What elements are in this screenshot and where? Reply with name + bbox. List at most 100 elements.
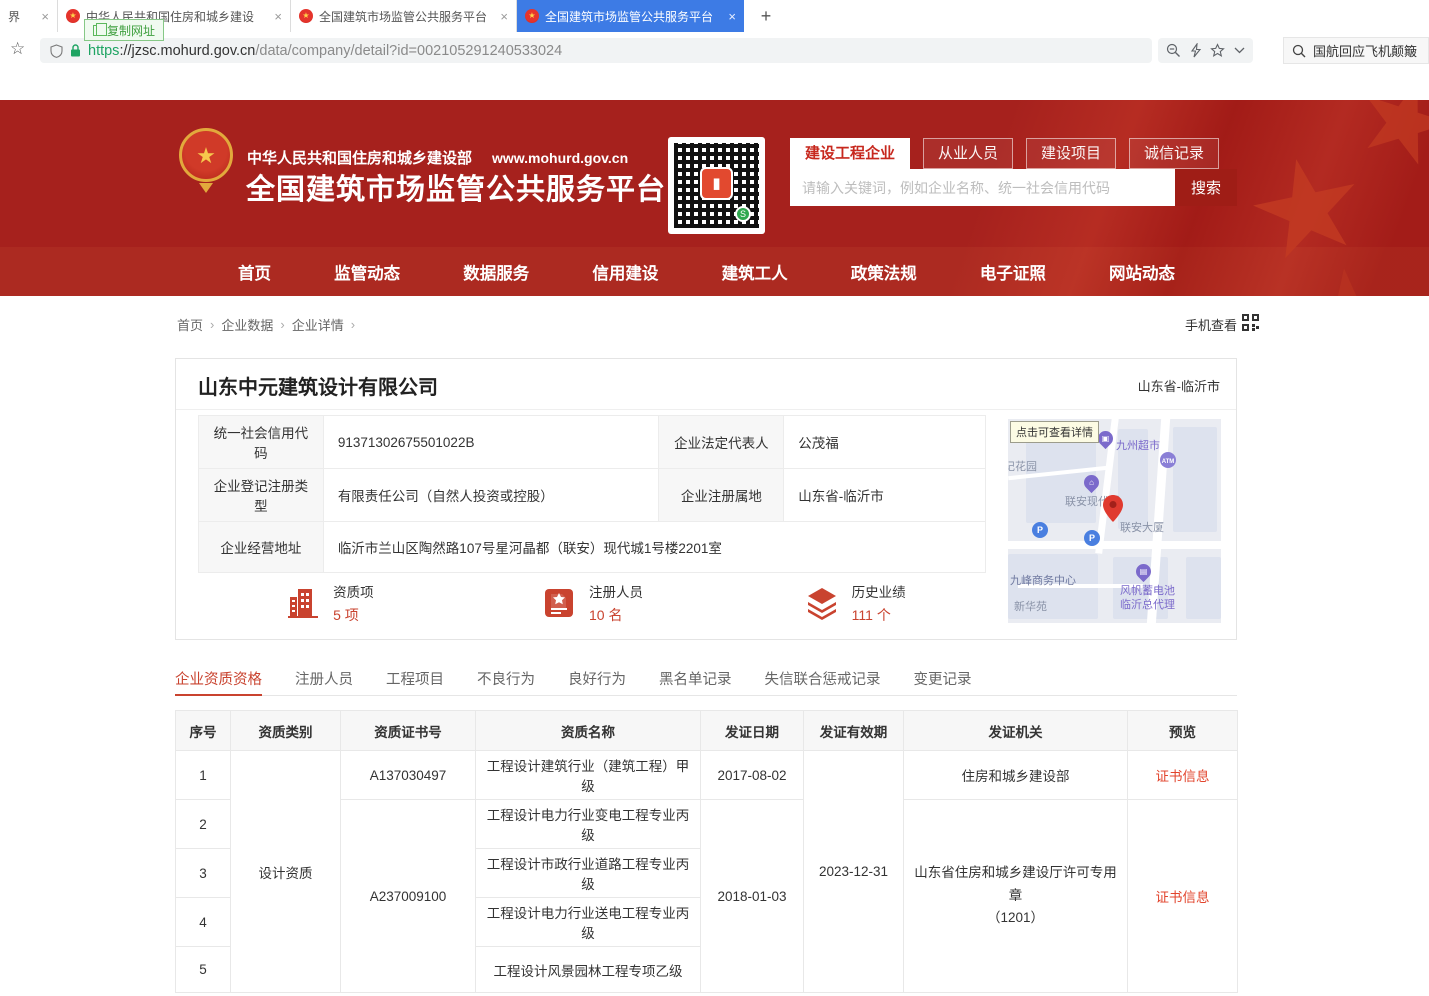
tab-close-icon[interactable]: ×: [274, 9, 282, 24]
address-bar[interactable]: https://jzsc.mohurd.gov.cn/data/company/…: [40, 38, 1152, 63]
tab-close-icon[interactable]: ×: [500, 9, 508, 24]
row-index: 2: [176, 800, 231, 849]
col-preview: 预览: [1128, 711, 1238, 751]
company-card: 山东中元建筑设计有限公司 山东省-临沂市 统一社会信用代码 9137130267…: [175, 358, 1237, 640]
stat-qualifications[interactable]: 资质项 5 项: [198, 581, 461, 625]
company-stats: 资质项 5 项 注册人员 10 名 历史业绩 111 个: [198, 581, 986, 625]
new-tab-button[interactable]: +: [752, 2, 780, 30]
breadcrumb-company-data[interactable]: 企业数据: [221, 315, 273, 334]
quick-search-text: 国航回应飞机颠簸: [1313, 41, 1417, 60]
map-label-jiufeng-center: 九峰商务中心: [1010, 572, 1076, 588]
shield-icon[interactable]: [50, 44, 63, 58]
qual-name: 工程设计电力行业变电工程专业丙级: [476, 800, 701, 849]
tab-title: 全国建筑市场监管公共服务平台: [545, 8, 722, 25]
location-map[interactable]: 点击可查看详情 ▣ 九州超市 ATM 记花园 ⌂ 联安现代城 联安大厦 P P …: [1008, 419, 1221, 623]
address-value: 临沂市兰山区陶然路107号星河晶都（联安）现代城1号楼2201室: [323, 522, 985, 573]
map-road: [1008, 541, 1221, 549]
qualification-table: 序号 资质类别 资质证书号 资质名称 发证日期 发证有效期 发证机关 预览 1 …: [175, 710, 1238, 993]
nav-item-data-service[interactable]: 数据服务: [463, 260, 529, 284]
stat-text: 注册人员 10 名: [589, 581, 643, 625]
tab-bad-behavior[interactable]: 不良行为: [477, 668, 535, 695]
mobile-view-label[interactable]: 手机查看: [1185, 315, 1237, 334]
nav-item-workers[interactable]: 建筑工人: [722, 260, 788, 284]
tab-close-icon[interactable]: ×: [41, 9, 49, 24]
col-issue-date: 发证日期: [701, 711, 804, 751]
tab-close-icon[interactable]: ×: [728, 9, 736, 24]
row-index: 1: [176, 751, 231, 800]
ministry-label: 中华人民共和国住房和城乡建设部: [247, 150, 472, 167]
tab-qualifications[interactable]: 企业资质资格: [175, 668, 262, 696]
certificate-info-link[interactable]: 证书信息: [1156, 769, 1210, 784]
issuing-authority: 住房和城乡建设部: [904, 751, 1128, 800]
qual-name: 工程设计电力行业送电工程专业丙级: [476, 898, 701, 947]
search-tab-project[interactable]: 建设项目: [1026, 138, 1116, 169]
authority-line: （1201）: [910, 907, 1121, 930]
address-label: 企业经营地址: [199, 522, 324, 573]
reg-type-value: 有限责任公司（自然人投资或控股）: [323, 469, 659, 522]
search-input[interactable]: [790, 169, 1175, 206]
nav-item-policy[interactable]: 政策法规: [851, 260, 917, 284]
map-label-supermarket: 九州超市: [1116, 437, 1160, 453]
credit-code-value: 91371302675501022B: [323, 416, 659, 469]
header-search-tabs: 建设工程企业 从业人员 建设项目 诚信记录: [790, 138, 1219, 169]
zoom-out-icon[interactable]: [1166, 43, 1181, 58]
issue-date: 2018-01-03: [701, 800, 804, 993]
layers-icon: [804, 585, 840, 621]
issuing-authority: 山东省住房和城乡建设厅许可专用章 （1201）: [904, 800, 1128, 993]
parking-label: P: [1037, 525, 1043, 535]
search-tab-enterprise[interactable]: 建设工程企业: [790, 138, 910, 169]
url-text: https://jzsc.mohurd.gov.cn/data/company/…: [88, 43, 562, 59]
stat-historical-performance[interactable]: 历史业绩 111 个: [723, 581, 986, 625]
breadcrumb-home[interactable]: 首页: [177, 315, 203, 334]
nav-item-e-license[interactable]: 电子证照: [980, 260, 1046, 284]
legal-rep-value: 公茂福: [784, 416, 986, 469]
qr-code-icon[interactable]: [1242, 314, 1259, 331]
emblem-favicon-icon: ★: [525, 9, 539, 23]
tab-dishonesty-records[interactable]: 失信联合惩戒记录: [765, 668, 881, 695]
row-index: 4: [176, 898, 231, 947]
favorite-star-icon[interactable]: [1210, 43, 1225, 58]
cert-no: A137030497: [341, 751, 476, 800]
qr-center-logo: ▮: [700, 167, 733, 200]
table-row: 企业经营地址 临沂市兰山区陶然路107号星河晶都（联安）现代城1号楼2201室: [199, 522, 986, 573]
nav-item-credit[interactable]: 信用建设: [592, 260, 658, 284]
residence-marker-icon: ⌂: [1081, 472, 1102, 493]
emblem-favicon-icon: ★: [299, 9, 313, 23]
map-area: [1186, 557, 1221, 619]
lightning-icon[interactable]: [1190, 43, 1202, 58]
atm-label: ATM: [1162, 459, 1175, 465]
browser-tab-jzsc[interactable]: ★ 全国建筑市场监管公共服务平台 ×: [290, 0, 516, 32]
certificate-info-link[interactable]: 证书信息: [1156, 890, 1210, 905]
row-index: 5: [176, 947, 231, 993]
search-tab-credit[interactable]: 诚信记录: [1129, 138, 1219, 169]
browser-quick-search[interactable]: 国航回应飞机颠簸: [1283, 37, 1429, 64]
tab-blacklist[interactable]: 黑名单记录: [659, 668, 732, 695]
tab-projects[interactable]: 工程项目: [386, 668, 444, 695]
atm-marker-icon: ATM: [1160, 452, 1176, 468]
stat-text: 资质项 5 项: [333, 581, 374, 625]
browser-tab-active[interactable]: ★ 全国建筑市场监管公共服务平台 ×: [516, 0, 744, 32]
map-label-lianan-tower: 联安大厦: [1120, 519, 1164, 535]
tab-registered-personnel[interactable]: 注册人员: [295, 668, 353, 695]
nav-item-home[interactable]: 首页: [238, 260, 271, 284]
search-button[interactable]: 搜索: [1175, 169, 1237, 206]
breadcrumb-separator: ›: [280, 317, 284, 332]
qual-name: 工程设计建筑行业（建筑工程）甲级: [476, 751, 701, 800]
divider: [176, 409, 1236, 410]
tab-good-behavior[interactable]: 良好行为: [568, 668, 626, 695]
map-label-xinhuayuan: 新华苑: [1014, 598, 1047, 614]
tab-change-records[interactable]: 变更记录: [914, 668, 972, 695]
breadcrumb-company-detail[interactable]: 企业详情: [292, 315, 344, 334]
certificate-book-icon: [541, 585, 577, 621]
url-scheme: https: [88, 43, 119, 59]
nav-item-supervision[interactable]: 监管动态: [334, 260, 400, 284]
nav-item-site-news[interactable]: 网站动态: [1109, 260, 1175, 284]
browser-tab-partial[interactable]: 界 ×: [0, 0, 57, 32]
url-path: /data/company/detail?id=0021052912405330…: [255, 43, 562, 59]
search-tab-personnel[interactable]: 从业人员: [923, 138, 1013, 169]
row-index: 3: [176, 849, 231, 898]
stat-registered-personnel[interactable]: 注册人员 10 名: [461, 581, 724, 625]
bookmark-star-icon[interactable]: ☆: [10, 39, 25, 59]
ministry-name: 中华人民共和国住房和城乡建设部www.mohurd.gov.cn: [247, 147, 628, 168]
chevron-down-icon[interactable]: [1234, 47, 1245, 54]
